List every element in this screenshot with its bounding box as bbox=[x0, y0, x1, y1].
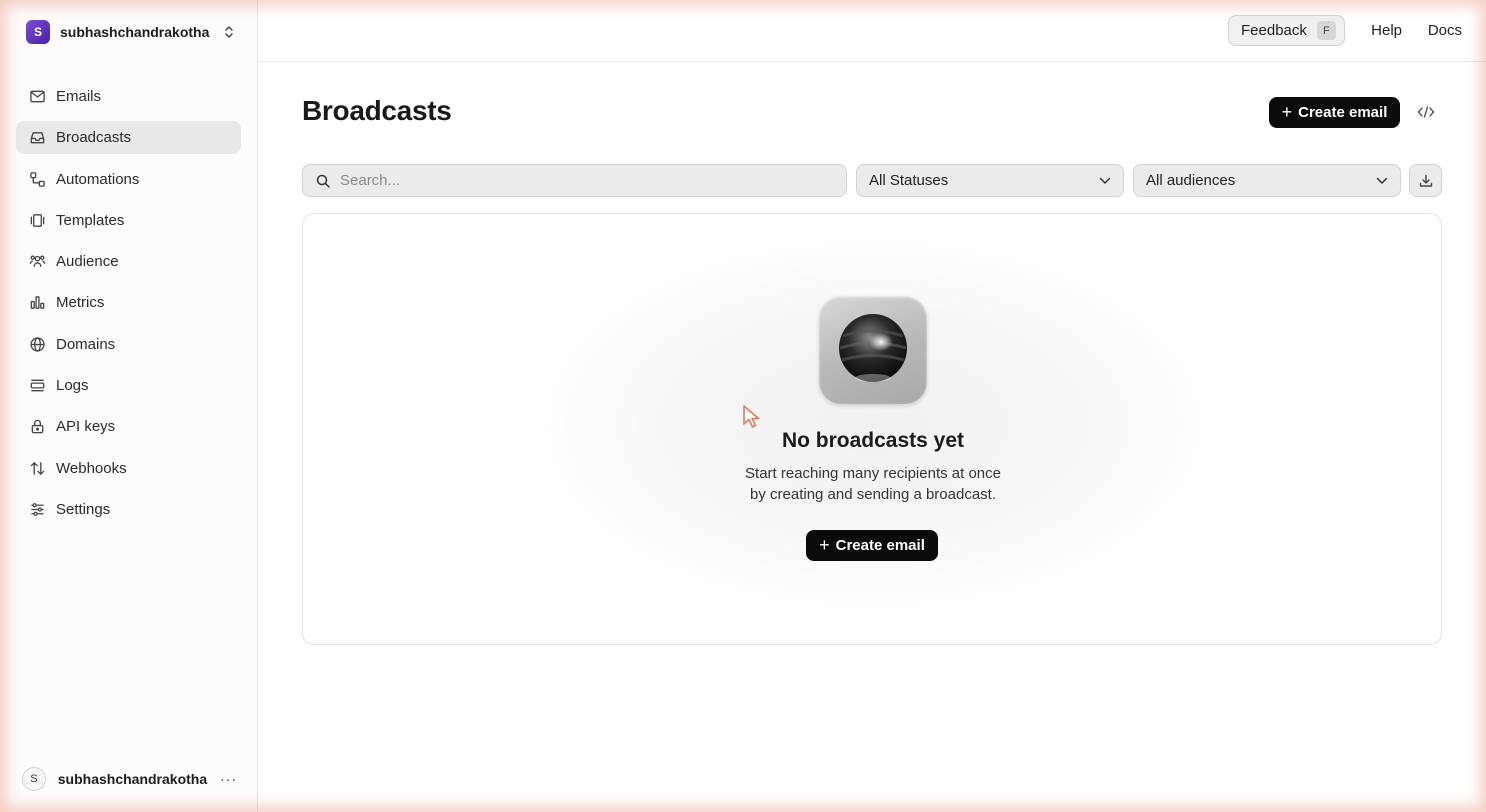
plus-icon: + bbox=[1281, 101, 1293, 122]
team-switcher[interactable]: S subhashchandrakotha bbox=[26, 20, 235, 44]
team-name: subhashchandrakotha bbox=[60, 24, 210, 40]
sidebar-item-label: Templates bbox=[56, 211, 125, 229]
mouse-cursor-icon bbox=[743, 405, 760, 428]
docs-link[interactable]: Docs bbox=[1428, 22, 1462, 39]
sidebar: S subhashchandrakotha Emails Broadcasts … bbox=[0, 0, 258, 812]
search-box[interactable] bbox=[302, 164, 847, 197]
sidebar-item-templates[interactable]: Templates bbox=[16, 204, 241, 237]
logs-icon bbox=[30, 379, 45, 392]
sidebar-item-api-keys[interactable]: API keys bbox=[16, 410, 241, 443]
more-icon[interactable]: ··· bbox=[220, 771, 237, 787]
plus-icon: + bbox=[819, 534, 830, 555]
sidebar-nav: Emails Broadcasts Automations Templates … bbox=[16, 80, 241, 534]
globe-icon bbox=[30, 337, 45, 352]
export-button[interactable] bbox=[1409, 164, 1442, 197]
chevron-down-icon bbox=[1376, 177, 1388, 184]
sidebar-item-broadcasts[interactable]: Broadcasts bbox=[16, 121, 241, 155]
sidebar-item-label: Domains bbox=[56, 335, 116, 353]
team-avatar: S bbox=[26, 20, 50, 44]
broadcast-sphere-icon bbox=[819, 296, 927, 404]
sidebar-item-label: Webhooks bbox=[56, 459, 127, 477]
templates-icon bbox=[30, 214, 45, 227]
sidebar-item-emails[interactable]: Emails bbox=[16, 80, 241, 113]
sidebar-item-label: Settings bbox=[56, 500, 111, 518]
status-filter-select[interactable]: All Statuses bbox=[856, 164, 1124, 197]
user-avatar: S bbox=[22, 767, 46, 791]
top-bar: Feedback F Help Docs bbox=[258, 0, 1486, 62]
audience-filter-value: All audiences bbox=[1146, 172, 1236, 189]
arrows-icon bbox=[30, 461, 45, 475]
sidebar-item-audience[interactable]: Audience bbox=[16, 245, 241, 278]
download-icon bbox=[1419, 174, 1432, 187]
sidebar-item-label: Automations bbox=[56, 170, 140, 188]
feedback-button[interactable]: Feedback F bbox=[1228, 15, 1345, 46]
user-menu[interactable]: S subhashchandrakotha ··· bbox=[22, 766, 237, 792]
status-filter-value: All Statuses bbox=[869, 172, 949, 189]
empty-state-line-2: by creating and sending a broadcast. bbox=[750, 486, 996, 503]
create-email-button[interactable]: + Create email bbox=[1269, 97, 1400, 128]
bar-chart-icon bbox=[30, 296, 45, 310]
chevron-up-down-icon bbox=[225, 26, 234, 38]
sidebar-item-domains[interactable]: Domains bbox=[16, 328, 241, 361]
audience-filter-select[interactable]: All audiences bbox=[1133, 164, 1401, 197]
empty-state-card: No broadcasts yet Start reaching many re… bbox=[302, 213, 1442, 645]
chevron-down-icon bbox=[1099, 177, 1111, 184]
users-icon bbox=[29, 255, 46, 267]
empty-create-email-button[interactable]: + Create email bbox=[806, 530, 938, 561]
sidebar-item-metrics[interactable]: Metrics bbox=[16, 286, 241, 319]
empty-state-title: No broadcasts yet bbox=[781, 429, 965, 452]
sidebar-item-label: Broadcasts bbox=[56, 129, 132, 147]
inbox-icon bbox=[30, 132, 45, 144]
empty-create-email-label: Create email bbox=[835, 537, 925, 554]
sidebar-item-webhooks[interactable]: Webhooks bbox=[16, 452, 241, 485]
workflow-icon bbox=[30, 171, 45, 187]
lock-icon bbox=[31, 420, 44, 434]
mail-icon bbox=[30, 90, 45, 103]
sidebar-item-label: Emails bbox=[56, 88, 102, 105]
empty-state-line-1: Start reaching many recipients at once bbox=[745, 465, 1001, 482]
sidebar-item-label: API keys bbox=[56, 418, 116, 436]
empty-state-description: Start reaching many recipients at once b… bbox=[723, 463, 1023, 505]
user-name: subhashchandrakotha bbox=[57, 771, 208, 787]
page-title: Broadcasts bbox=[302, 95, 452, 126]
sidebar-item-label: Logs bbox=[56, 377, 89, 395]
sidebar-item-label: Metrics bbox=[56, 294, 105, 312]
code-icon[interactable] bbox=[1413, 102, 1439, 122]
search-icon bbox=[316, 174, 330, 188]
search-input[interactable] bbox=[340, 172, 820, 189]
sidebar-item-settings[interactable]: Settings bbox=[16, 493, 241, 526]
help-link[interactable]: Help bbox=[1371, 22, 1402, 39]
sidebar-item-automations[interactable]: Automations bbox=[16, 163, 241, 196]
feedback-label: Feedback bbox=[1241, 22, 1307, 39]
sidebar-item-logs[interactable]: Logs bbox=[16, 369, 241, 402]
feedback-shortcut: F bbox=[1316, 21, 1336, 40]
sidebar-item-label: Audience bbox=[56, 253, 119, 271]
create-email-label: Create email bbox=[1298, 104, 1388, 121]
sliders-icon bbox=[31, 503, 44, 516]
